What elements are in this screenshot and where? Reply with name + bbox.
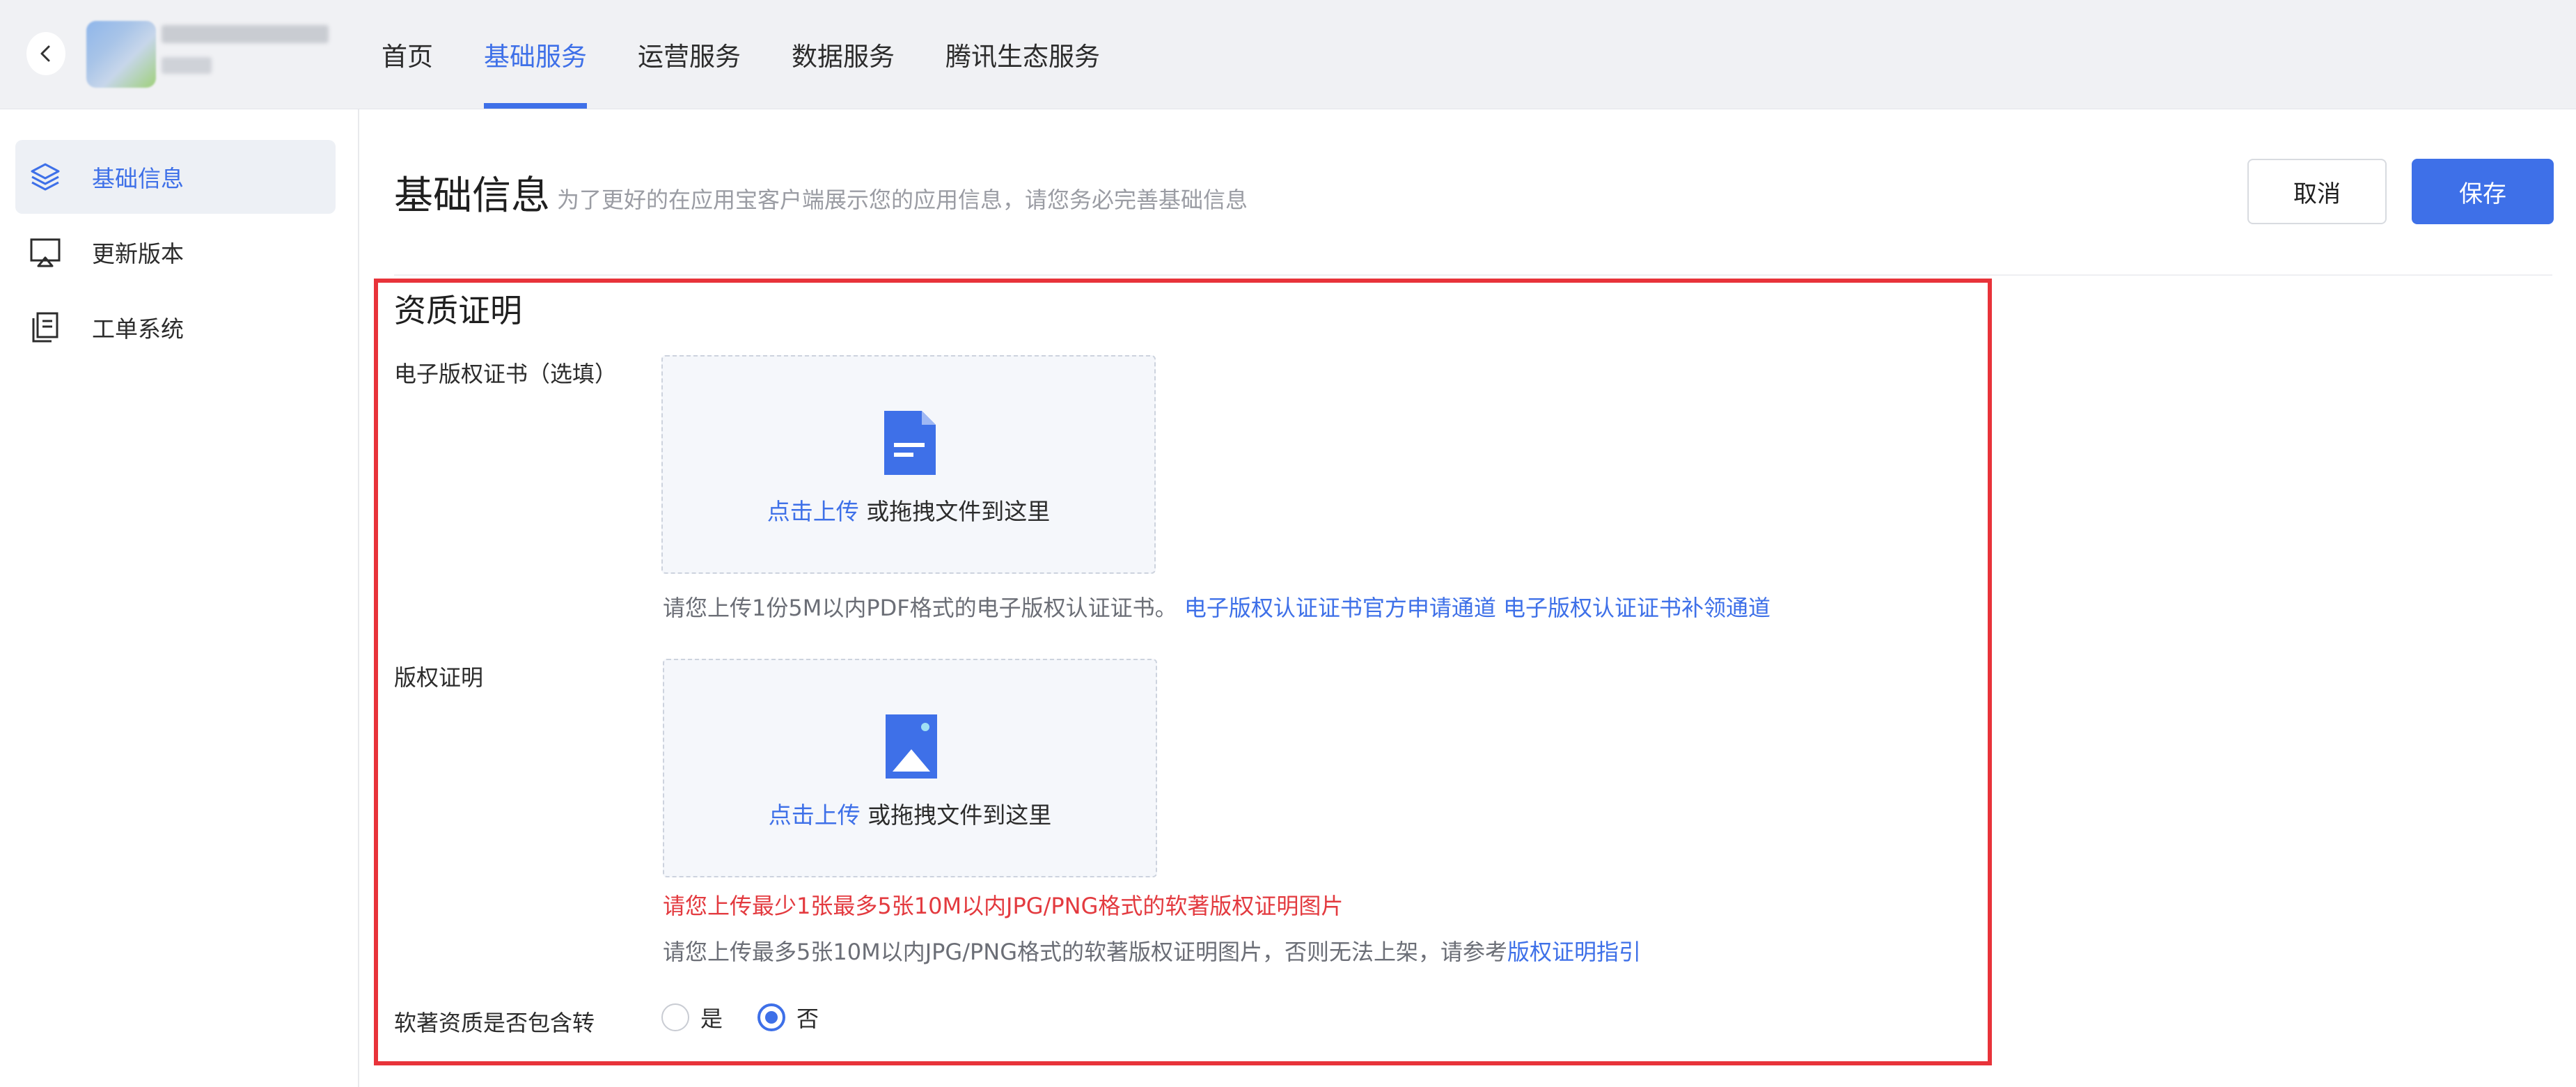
ecert-field-label: 电子版权证书（选填）: [394, 361, 618, 387]
tab-basic-services[interactable]: 基础服务: [484, 0, 587, 109]
ecert-hint: 请您上传1份5M以内PDF格式的电子版权认证证书。 电子版权认证证书官方申请通道…: [663, 591, 1770, 623]
header-divider: [394, 274, 2552, 276]
app-logo: [86, 21, 156, 88]
tab-home[interactable]: 首页: [382, 0, 433, 109]
chevron-left-icon: [40, 45, 50, 62]
section-title: 资质证明: [394, 292, 522, 329]
tab-operation-services[interactable]: 运营服务: [638, 0, 741, 109]
back-button[interactable]: [26, 32, 65, 75]
sidebar-item-update-version[interactable]: 更新版本: [15, 215, 336, 289]
copyright-upload-link[interactable]: 点击上传: [769, 801, 861, 829]
page-title: 基础信息: [394, 173, 550, 219]
ecert-apply-link[interactable]: 电子版权认证证书官方申请通道: [1184, 595, 1496, 621]
sidebar-item-label: 基础信息: [92, 165, 184, 192]
page-subtitle: 为了更好的在应用宝客户端展示您的应用信息，请您务必完善基础信息: [557, 187, 1248, 213]
screen-upload-icon: [30, 238, 61, 267]
top-navigation-bar: 首页 基础服务 运营服务 数据服务 腾讯生态服务: [0, 0, 2576, 109]
ecert-drag-text: 或拖拽文件到这里: [858, 498, 1051, 525]
ecert-upload-area[interactable]: 点击上传 或拖拽文件到这里: [661, 355, 1156, 574]
transfer-field-label: 软著资质是否包含转: [394, 1010, 595, 1036]
copyright-upload-text: 点击上传 或拖拽文件到这里: [664, 797, 1156, 830]
sidebar: 基础信息 更新版本 工单系统: [0, 109, 359, 1087]
tab-data-services[interactable]: 数据服务: [792, 0, 895, 109]
save-button[interactable]: 保存: [2412, 159, 2554, 224]
app-subtitle-redacted: [162, 57, 212, 74]
document-copy-icon: [32, 312, 58, 343]
sidebar-item-label: 工单系统: [92, 315, 184, 343]
radio-yes-label: 是: [700, 1006, 723, 1032]
radio-no-label: 否: [796, 1006, 819, 1032]
ecert-upload-link[interactable]: 点击上传: [767, 498, 859, 525]
copyright-hint: 请您上传最多5张10M以内JPG/PNG格式的软著版权证明图片，否则无法上架，请…: [663, 934, 1641, 967]
copyright-drag-text: 或拖拽文件到这里: [860, 801, 1052, 829]
layers-icon: [31, 163, 60, 191]
image-file-icon: [886, 714, 937, 779]
radio-yes[interactable]: [661, 1003, 689, 1031]
ecert-upload-text: 点击上传 或拖拽文件到这里: [663, 493, 1154, 526]
tab-tencent-ecosystem[interactable]: 腾讯生态服务: [945, 0, 1100, 109]
ecert-hint-text: 请您上传1份5M以内PDF格式的电子版权认证证书。: [663, 595, 1177, 621]
copyright-upload-area[interactable]: 点击上传 或拖拽文件到这里: [663, 659, 1157, 877]
sidebar-item-ticket-system[interactable]: 工单系统: [15, 290, 336, 364]
radio-no[interactable]: [757, 1003, 786, 1031]
main-nav-tabs: 首页 基础服务 运营服务 数据服务 腾讯生态服务: [382, 0, 1151, 109]
copyright-hint-text: 请您上传最多5张10M以内JPG/PNG格式的软著版权证明图片，否则无法上架，请…: [663, 939, 1508, 965]
transfer-option-no[interactable]: 否: [757, 1001, 819, 1033]
copyright-guide-link[interactable]: 版权证明指引: [1507, 939, 1641, 965]
transfer-radio-group: 是 否: [661, 1001, 854, 1033]
cancel-button[interactable]: 取消: [2247, 159, 2387, 224]
copyright-field-label: 版权证明: [394, 664, 484, 691]
sidebar-item-basic-info[interactable]: 基础信息: [15, 140, 336, 214]
ecert-reissue-link[interactable]: 电子版权认证证书补领通道: [1503, 595, 1770, 621]
copyright-error-message: 请您上传最少1张最多5张10M以内JPG/PNG格式的软著版权证明图片: [663, 893, 1344, 919]
document-file-icon: [884, 411, 936, 475]
app-name-redacted: [162, 25, 329, 43]
transfer-option-yes[interactable]: 是: [661, 1001, 723, 1033]
sidebar-item-label: 更新版本: [92, 240, 184, 267]
